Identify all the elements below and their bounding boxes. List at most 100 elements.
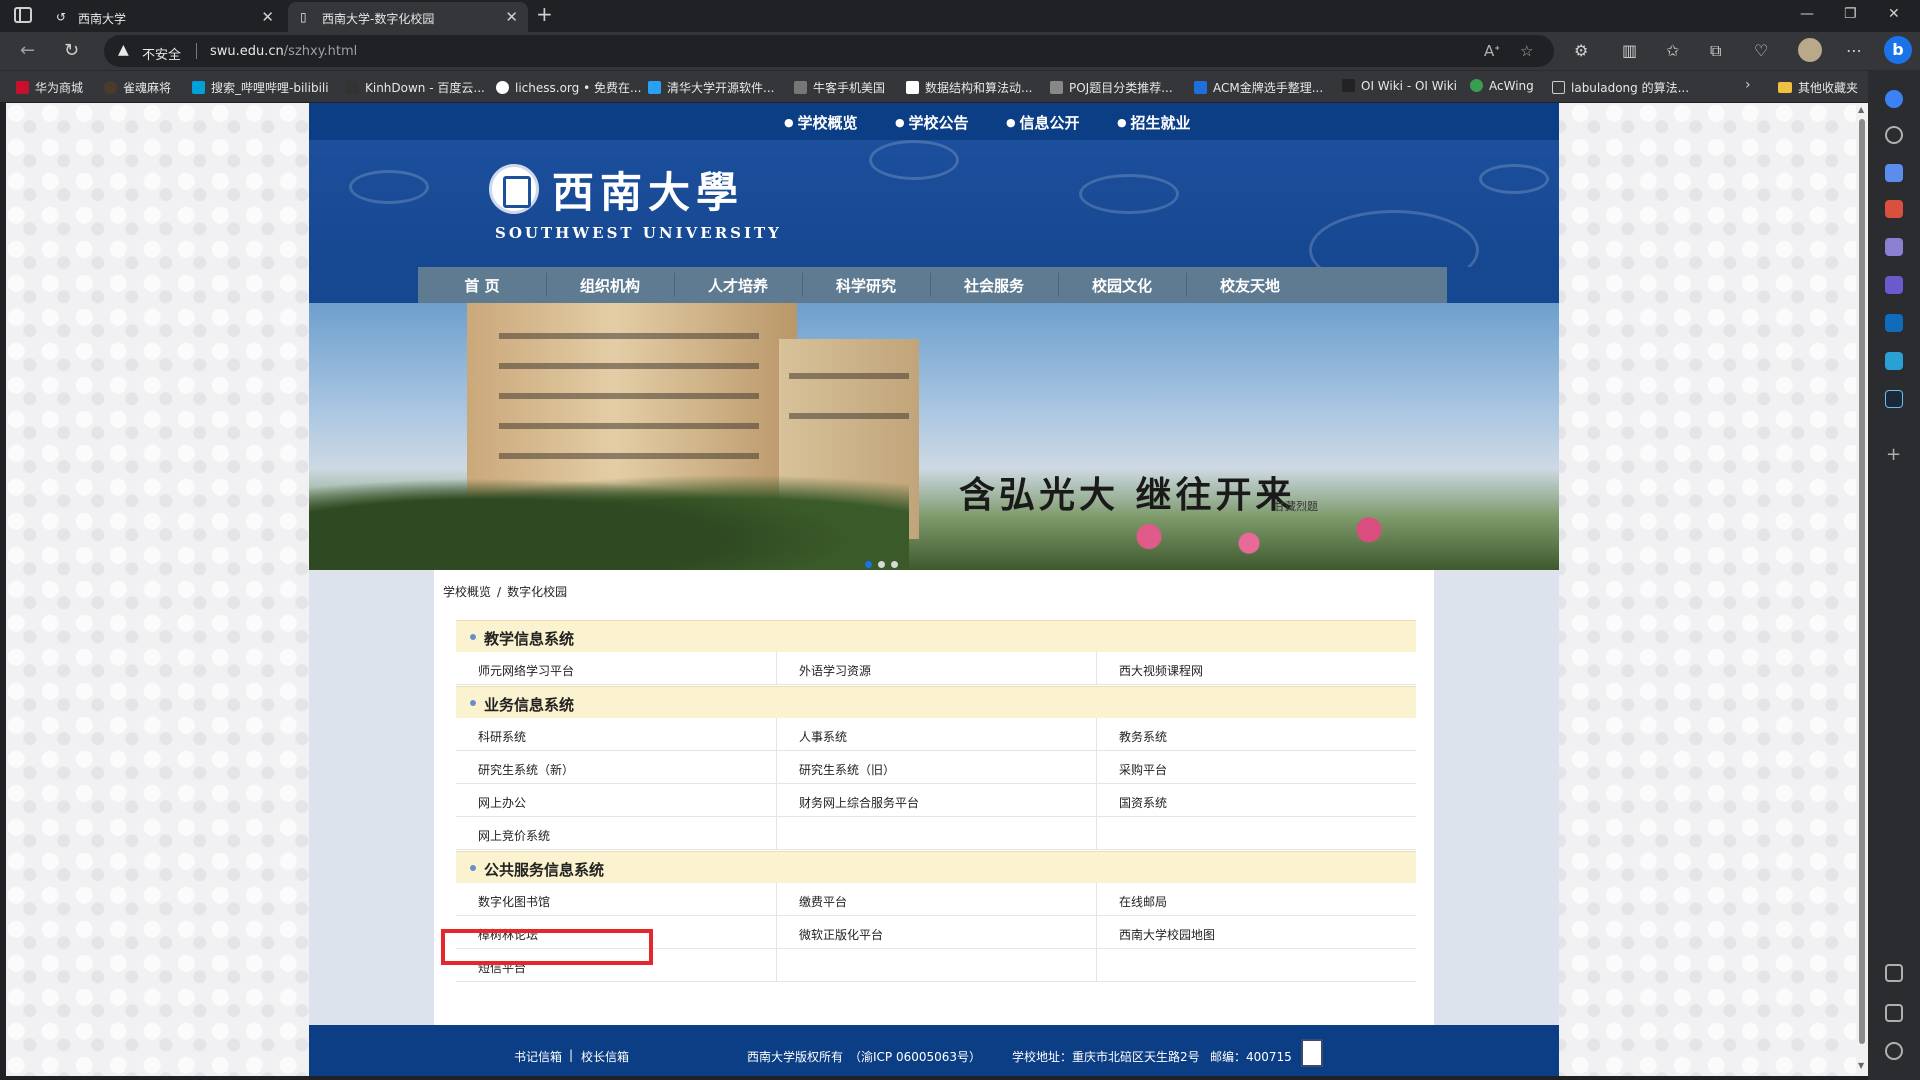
warning-icon[interactable]: ▲ bbox=[118, 42, 129, 58]
system-link[interactable]: 数字化图书馆 bbox=[456, 883, 776, 916]
toolbox-icon[interactable] bbox=[1885, 200, 1903, 218]
chevron-right-icon[interactable]: › bbox=[1745, 77, 1751, 93]
sidebar-toggle-icon[interactable] bbox=[1885, 1004, 1903, 1022]
close-window-icon[interactable]: ✕ bbox=[1888, 6, 1900, 22]
system-link[interactable]: 采购平台 bbox=[1096, 751, 1416, 784]
bookmark-item[interactable]: 雀魂麻将 bbox=[104, 79, 171, 96]
system-link[interactable]: 人事系统 bbox=[776, 718, 1096, 751]
screenshot-icon[interactable] bbox=[1885, 964, 1903, 982]
logo-english[interactable]: SOUTHWEST UNIVERSITY bbox=[495, 224, 782, 242]
tab-digital-campus[interactable]: ▯ 西南大学-数字化校园 ✕ bbox=[288, 2, 528, 32]
bookmark-favicon bbox=[1342, 79, 1355, 92]
police-badge-icon[interactable] bbox=[1301, 1039, 1323, 1067]
bookmark-item[interactable]: 数据结构和算法动... bbox=[906, 79, 1032, 96]
system-link[interactable]: 科研系统 bbox=[456, 718, 776, 751]
carousel-dot[interactable] bbox=[878, 561, 885, 568]
nav-culture[interactable]: 校园文化 bbox=[1058, 275, 1186, 296]
logo-chinese[interactable]: 西南大學 bbox=[552, 159, 744, 220]
security-label[interactable]: 不安全 bbox=[142, 44, 181, 63]
close-tab-icon[interactable]: ✕ bbox=[261, 8, 274, 26]
steam-icon[interactable] bbox=[1885, 390, 1903, 408]
back-icon[interactable]: ← bbox=[20, 40, 35, 61]
refresh-icon[interactable]: ↻ bbox=[64, 40, 79, 61]
add-app-icon[interactable]: + bbox=[1886, 444, 1901, 465]
system-link[interactable]: 网上竞价系统 bbox=[456, 817, 776, 850]
favorites-icon[interactable]: ✩ bbox=[1666, 41, 1679, 60]
restore-icon[interactable]: ❐ bbox=[1844, 6, 1857, 22]
nav-organization[interactable]: 组织机构 bbox=[546, 275, 674, 296]
carousel-dot[interactable] bbox=[865, 561, 872, 568]
system-link[interactable]: 师元网络学习平台 bbox=[456, 652, 776, 685]
other-favorites[interactable]: 其他收藏夹 bbox=[1778, 79, 1858, 96]
favorite-star-icon[interactable]: ☆ bbox=[1520, 42, 1533, 60]
scrollbar-thumb[interactable] bbox=[1859, 119, 1865, 1044]
new-tab-button[interactable]: + bbox=[536, 2, 553, 26]
bookmark-item[interactable]: 清华大学开源软件... bbox=[648, 79, 774, 96]
read-aloud-icon[interactable]: Aᐩ bbox=[1484, 42, 1500, 60]
minimize-icon[interactable]: — bbox=[1800, 6, 1814, 22]
bookmark-item[interactable]: 牛客手机美国 bbox=[794, 79, 885, 96]
bookmark-item[interactable]: OI Wiki - OI Wiki bbox=[1342, 79, 1457, 93]
close-tab-icon[interactable]: ✕ bbox=[505, 8, 518, 26]
carousel-dot[interactable] bbox=[891, 561, 898, 568]
footer-icp[interactable]: （渝ICP 06005063号） bbox=[849, 1048, 981, 1065]
system-link[interactable]: 西大视频课程网 bbox=[1096, 652, 1416, 685]
copilot-app-icon[interactable] bbox=[1885, 276, 1903, 294]
system-link[interactable]: 西南大学校园地图 bbox=[1096, 916, 1416, 949]
breadcrumb-parent[interactable]: 学校概览 bbox=[443, 585, 491, 599]
games-icon[interactable] bbox=[1885, 238, 1903, 256]
system-link[interactable]: 财务网上综合服务平台 bbox=[776, 784, 1096, 817]
top-link-notices[interactable]: 学校公告 bbox=[895, 112, 968, 133]
nav-service[interactable]: 社会服务 bbox=[930, 275, 1058, 296]
settings-gear-icon[interactable] bbox=[1885, 1042, 1903, 1060]
search-icon[interactable] bbox=[1885, 126, 1903, 144]
system-link[interactable]: 教务系统 bbox=[1096, 718, 1416, 751]
more-options-icon[interactable]: ⋯ bbox=[1846, 41, 1862, 60]
top-link-admissions[interactable]: 招生就业 bbox=[1117, 112, 1190, 133]
nav-research[interactable]: 科学研究 bbox=[802, 275, 930, 296]
bookmark-item[interactable]: POJ题目分类推荐... bbox=[1050, 79, 1173, 96]
footer-link-president[interactable]: 校长信箱 bbox=[581, 1048, 629, 1065]
tab-actions-icon[interactable] bbox=[14, 7, 32, 23]
system-link[interactable]: 研究生系统（旧） bbox=[776, 751, 1096, 784]
footer-link-secretary[interactable]: 书记信箱 bbox=[514, 1048, 562, 1065]
extensions-icon[interactable]: ⚙ bbox=[1574, 41, 1588, 60]
bookmark-item[interactable]: 华为商城 bbox=[16, 79, 83, 96]
bookmark-item[interactable]: labuladong 的算法... bbox=[1552, 79, 1689, 96]
system-link[interactable]: 外语学习资源 bbox=[776, 652, 1096, 685]
address-bar[interactable]: ▲ 不安全 swu.edu.cn/szhxy.html Aᐩ ☆ bbox=[104, 35, 1554, 67]
top-link-overview[interactable]: 学校概览 bbox=[784, 112, 857, 133]
bookmark-item[interactable]: 搜索_哔哩哔哩-bilibili bbox=[192, 79, 329, 96]
url-text[interactable]: swu.edu.cn/szhxy.html bbox=[210, 44, 357, 59]
system-link[interactable]: 研究生系统（新） bbox=[456, 751, 776, 784]
scroll-down-icon[interactable]: ▼ bbox=[1858, 1061, 1864, 1070]
browser-essentials-icon[interactable]: ♡ bbox=[1754, 41, 1768, 60]
system-link[interactable]: 在线邮局 bbox=[1096, 883, 1416, 916]
system-link[interactable]: 微软正版化平台 bbox=[776, 916, 1096, 949]
nav-alumni[interactable]: 校友天地 bbox=[1186, 275, 1314, 296]
scroll-up-icon[interactable]: ▲ bbox=[1858, 105, 1864, 114]
system-link[interactable]: 国资系统 bbox=[1096, 784, 1416, 817]
system-link[interactable]: 缴费平台 bbox=[776, 883, 1096, 916]
notification-icon[interactable] bbox=[1885, 90, 1903, 108]
split-screen-icon[interactable]: ▥ bbox=[1622, 41, 1637, 60]
bookmark-item[interactable]: AcWing bbox=[1470, 79, 1534, 93]
collections-icon[interactable]: ⧉ bbox=[1710, 41, 1721, 61]
profile-avatar[interactable] bbox=[1798, 38, 1822, 62]
send-icon[interactable] bbox=[1885, 352, 1903, 370]
outlook-icon[interactable] bbox=[1885, 314, 1903, 332]
top-link-disclosure[interactable]: 信息公开 bbox=[1006, 112, 1079, 133]
divider bbox=[196, 43, 197, 59]
nav-education[interactable]: 人才培养 bbox=[674, 275, 802, 296]
copilot-icon[interactable]: b bbox=[1884, 36, 1912, 64]
university-emblem-icon[interactable] bbox=[489, 164, 539, 214]
bookmark-item[interactable]: ACM金牌选手整理... bbox=[1194, 79, 1323, 96]
bookmark-item[interactable]: KinhDown - 百度云... bbox=[346, 79, 485, 96]
vertical-scrollbar[interactable]: ▲ ▼ bbox=[1856, 103, 1868, 1076]
tab-swu[interactable]: ↺ 西南大学 ✕ bbox=[44, 2, 284, 32]
window-row bbox=[789, 413, 909, 419]
nav-home[interactable]: 首 页 bbox=[418, 275, 546, 296]
tag-icon[interactable] bbox=[1885, 164, 1903, 182]
system-link[interactable]: 网上办公 bbox=[456, 784, 776, 817]
bookmark-item[interactable]: lichess.org • 免费在... bbox=[496, 79, 641, 96]
